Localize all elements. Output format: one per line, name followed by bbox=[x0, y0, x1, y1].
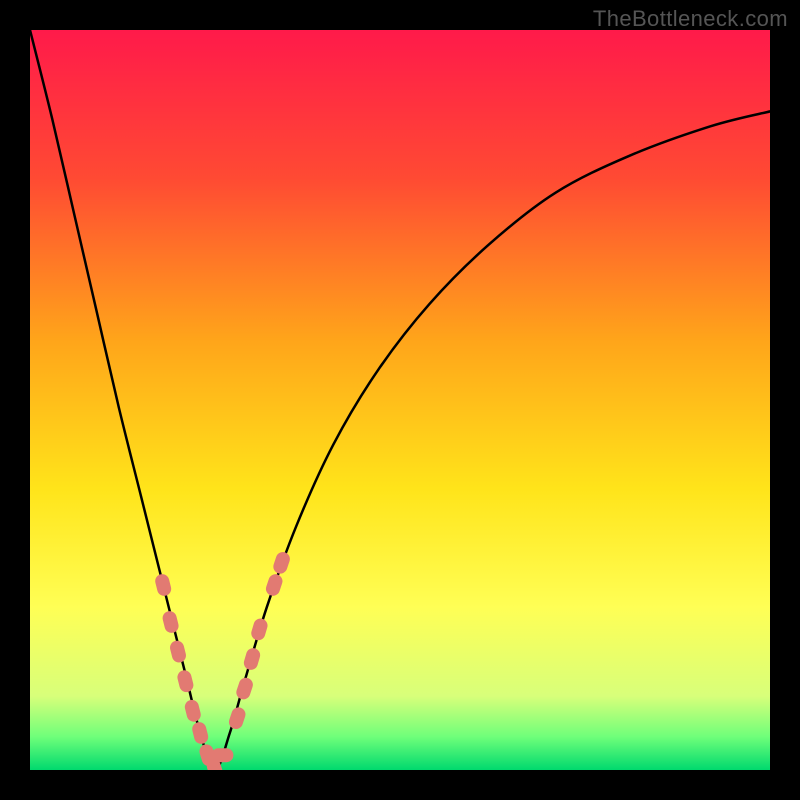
plot-area bbox=[30, 30, 770, 770]
chart-svg bbox=[30, 30, 770, 770]
watermark-text: TheBottleneck.com bbox=[593, 6, 788, 32]
chart-frame: TheBottleneck.com bbox=[0, 0, 800, 800]
chart-background bbox=[30, 30, 770, 770]
